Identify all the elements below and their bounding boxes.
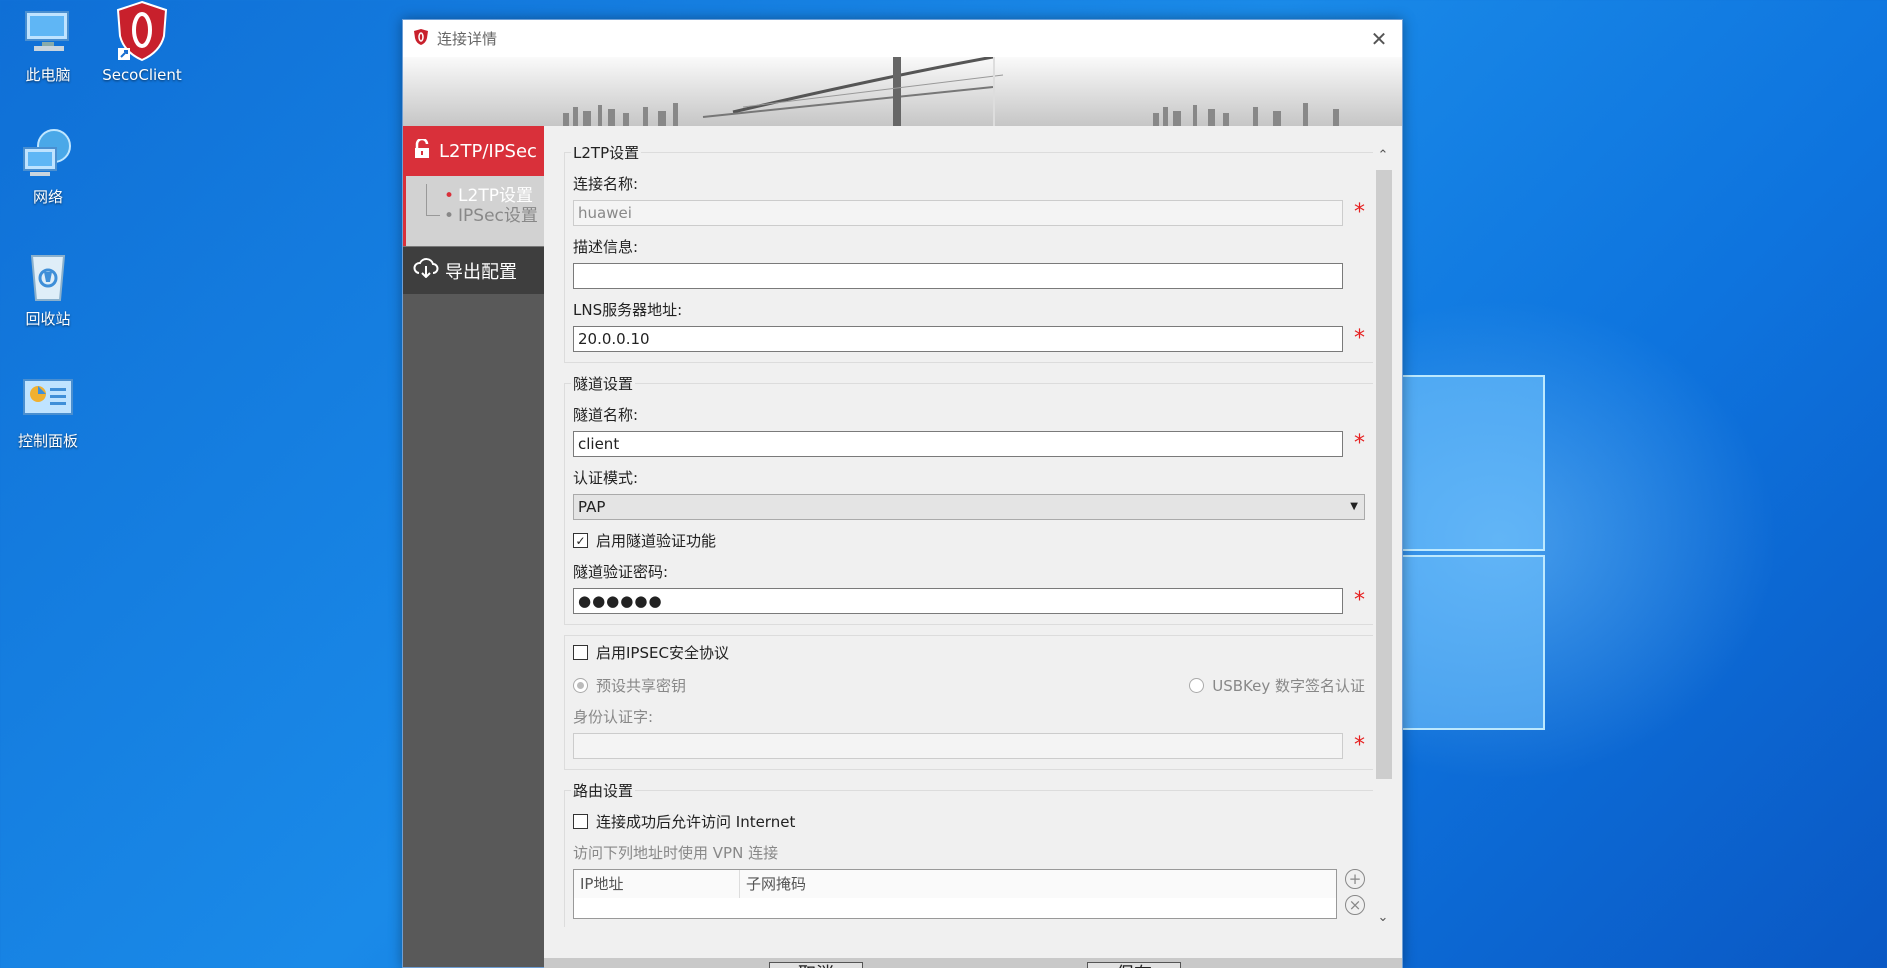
checkbox-label: 启用IPSEC安全协议 [596,644,729,662]
radio-label: USBKey 数字签名认证 [1212,677,1365,695]
group-title: 隧道设置 [573,375,634,393]
ipsec-settings-group: 启用IPSEC安全协议 预设共享密钥 USBKey 数字签名认证 身份认证字: … [564,635,1376,770]
scroll-down-icon[interactable]: ⌄ [1373,910,1393,930]
recycle-bin-icon [20,248,76,304]
dialog-titlebar: 连接详情 ✕ [403,20,1402,57]
desktop-icon-label: 回收站 [25,310,71,328]
dialog-banner-image [403,57,1402,126]
checkbox-label: 连接成功后允许访问 Internet [596,813,796,831]
desktop-icon-secoclient[interactable]: SecoClient [94,0,190,84]
route-table[interactable]: IP地址 子网掩码 [573,869,1337,919]
close-icon[interactable]: ✕ [1356,20,1402,57]
connection-details-dialog: 连接详情 ✕ L2TP/IPSec L2TP设置 IPSe [402,19,1403,968]
sidebar: L2TP/IPSec L2TP设置 IPSec设置 导出配置 [403,126,544,967]
auth-mode-value: PAP [578,498,606,516]
desktop-icon-label: 此电脑 [25,66,71,84]
sidebar-item-ipsec-settings[interactable]: IPSec设置 [426,206,544,226]
lns-server-input[interactable]: 20.0.0.10 [573,326,1343,352]
cloud-download-icon [413,258,439,283]
control-panel-icon [20,370,76,426]
unlock-icon [413,137,431,164]
sidebar-subitems: L2TP设置 IPSec设置 [403,176,544,246]
route-settings-group: 路由设置 连接成功后允许访问 Internet 访问下列地址时使用 VPN 连接… [564,780,1376,927]
usbkey-radio[interactable]: USBKey 数字签名认证 [1189,675,1365,696]
tunnel-name-input[interactable]: client [573,431,1343,457]
group-title: L2TP设置 [573,144,640,162]
psk-radio[interactable]: 预设共享密钥 [573,675,686,696]
group-title: 路由设置 [573,782,634,800]
description-label: 描述信息: [573,238,639,256]
network-globe-icon [20,126,76,182]
computer-icon [20,4,76,60]
identity-input [573,733,1343,759]
enable-ipsec-checkbox[interactable]: 启用IPSEC安全协议 [573,642,1365,663]
required-mark: * [1354,588,1365,613]
remove-route-icon[interactable]: × [1345,895,1365,915]
required-mark: * [1354,733,1365,758]
desktop-icon-network[interactable]: 网络 [0,126,96,207]
checkbox-label: 启用隧道验证功能 [596,532,717,550]
checkbox-unchecked-icon [573,814,588,829]
dropdown-arrow-icon: ▼ [1350,501,1358,512]
sidebar-item-l2tp-settings[interactable]: L2TP设置 [426,186,544,206]
vertical-scrollbar[interactable]: ⌃ ⌄ [1373,148,1393,930]
desktop-icon-label: 控制面板 [17,432,78,450]
sidebar-item-label: L2TP/IPSec [439,140,537,162]
enable-tunnel-auth-checkbox[interactable]: ✓ 启用隧道验证功能 [573,530,1365,551]
sidebar-item-export-config[interactable]: 导出配置 [403,246,544,294]
desktop-icon-recycle-bin[interactable]: 回收站 [0,248,96,329]
identity-label: 身份认证字: [573,708,654,726]
checkbox-unchecked-icon [573,645,588,660]
tunnel-password-input[interactable]: ●●●●●● [573,588,1343,614]
desktop-icon-label: SecoClient [102,66,182,84]
dialog-footer: 取消 保存 [544,958,1402,968]
required-mark: * [1354,431,1365,456]
allow-internet-checkbox[interactable]: 连接成功后允许访问 Internet [573,811,1365,832]
description-input[interactable] [573,263,1343,289]
tunnel-name-label: 隧道名称: [573,406,639,424]
windows-logo [1395,375,1545,730]
desktop-icon-this-pc[interactable]: 此电脑 [0,4,96,85]
add-route-icon[interactable]: + [1345,869,1365,889]
connection-name-input: huawei [573,200,1343,226]
scroll-up-icon[interactable]: ⌃ [1373,148,1393,168]
settings-content: L2TP设置 连接名称: huawei * 描述信息: LNS服务器地址: 20… [544,126,1402,968]
desktop-icon-label: 网络 [32,188,63,206]
tunnel-settings-group: 隧道设置 隧道名称: client * 认证模式: PAP ▼ ✓ 启用隧道验证… [564,373,1376,625]
l2tp-settings-group: L2TP设置 连接名称: huawei * 描述信息: LNS服务器地址: 20… [564,142,1376,363]
connection-name-label: 连接名称: [573,175,639,193]
dialog-title: 连接详情 [437,30,498,48]
cancel-button[interactable]: 取消 [769,961,863,968]
save-button[interactable]: 保存 [1087,961,1181,968]
column-header-mask: 子网掩码 [740,870,1336,898]
sidebar-item-l2tp-ipsec[interactable]: L2TP/IPSec [403,126,544,176]
checkbox-checked-icon: ✓ [573,533,588,548]
auth-mode-select[interactable]: PAP ▼ [573,494,1365,520]
auth-mode-label: 认证模式: [573,469,639,487]
sidebar-item-label: 导出配置 [445,261,517,283]
tunnel-password-label: 隧道验证密码: [573,563,669,581]
tree-connector [426,184,440,216]
secoclient-shield-icon [112,0,172,62]
radio-label: 预设共享密钥 [596,677,687,695]
column-header-ip: IP地址 [574,870,740,898]
lns-server-label: LNS服务器地址: [573,301,683,319]
scrollbar-thumb[interactable] [1376,170,1392,779]
settings-scroll-area: L2TP设置 连接名称: huawei * 描述信息: LNS服务器地址: 20… [564,142,1376,927]
vpn-route-hint: 访问下列地址时使用 VPN 连接 [573,844,779,862]
radio-selected-icon [573,678,588,693]
desktop-icon-control-panel[interactable]: 控制面板 [0,370,96,451]
radio-unselected-icon [1189,678,1205,693]
app-shield-icon [413,28,429,50]
required-mark: * [1354,326,1365,351]
required-mark: * [1354,200,1365,225]
